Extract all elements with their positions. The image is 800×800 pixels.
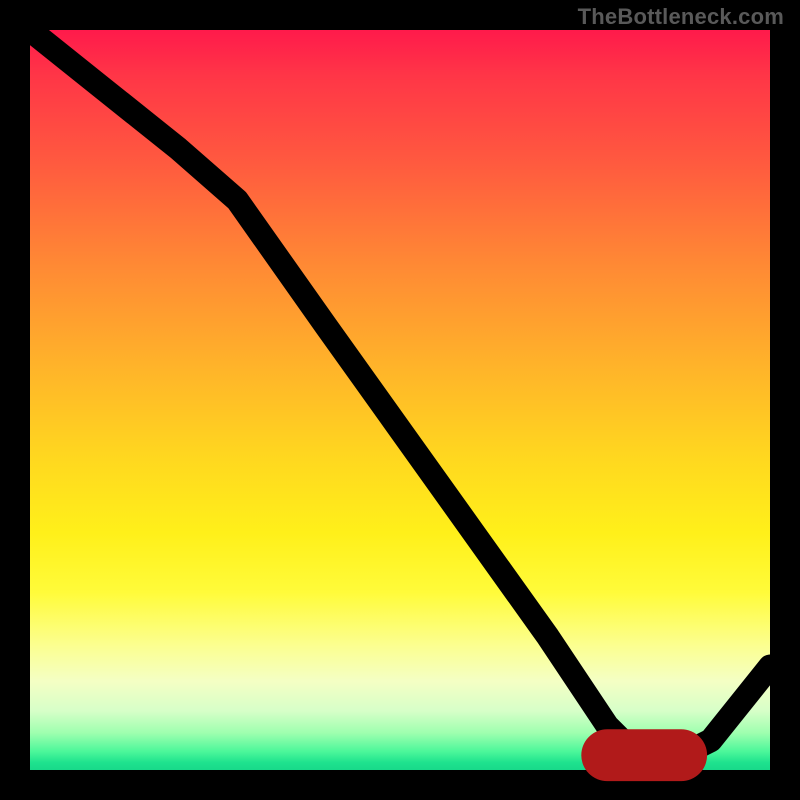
chart-frame: TheBottleneck.com (0, 0, 800, 800)
plot-area (30, 30, 770, 770)
watermark-text: TheBottleneck.com (578, 4, 784, 30)
chart-svg (30, 30, 770, 770)
curve-line (30, 30, 770, 755)
